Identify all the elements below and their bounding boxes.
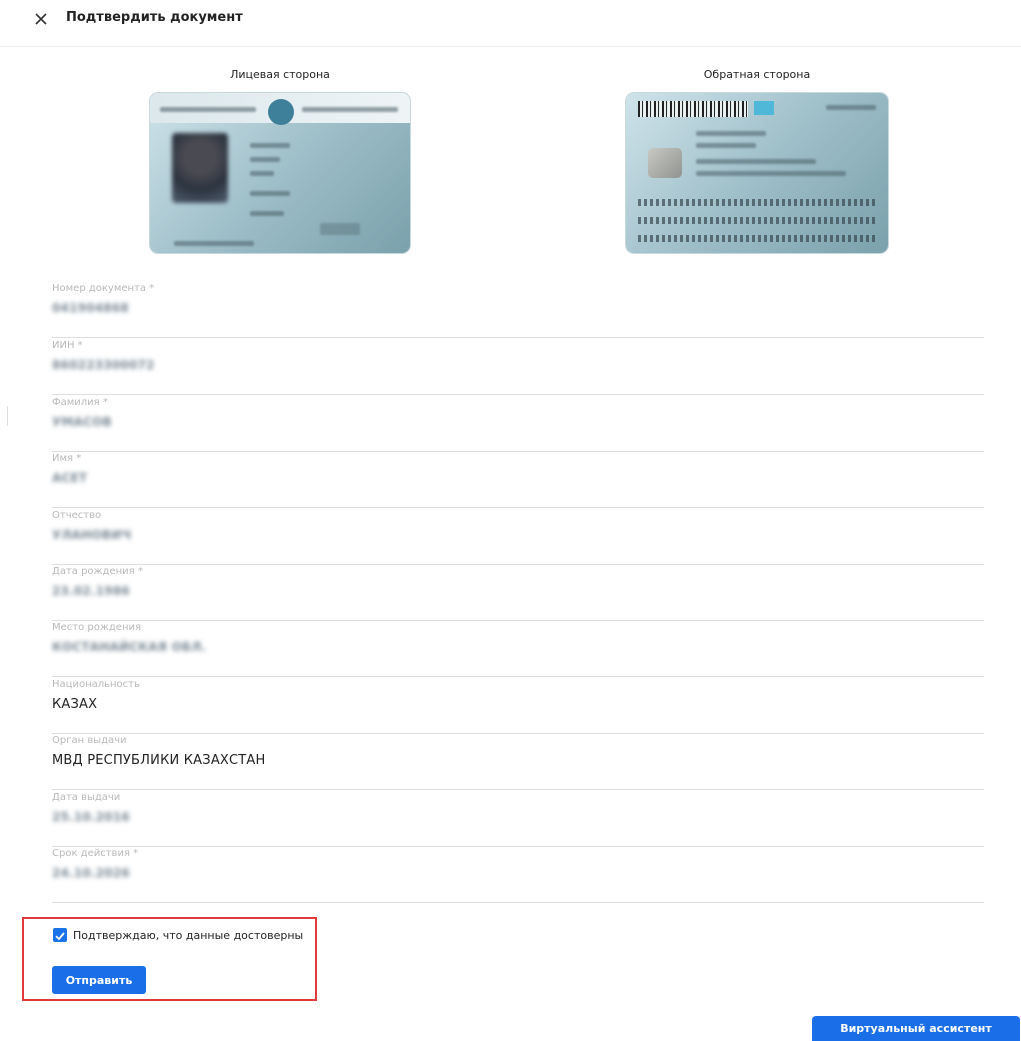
confirm-label[interactable]: Подтверждаю, что данные достоверны: [73, 929, 303, 942]
signature-image: [320, 223, 360, 235]
field-label: Дата рождения *: [52, 566, 143, 577]
divider: [7, 406, 8, 426]
close-button[interactable]: [30, 8, 52, 30]
card-text: [302, 107, 398, 112]
field-first-name[interactable]: Имя * АСЕТ: [52, 453, 984, 508]
checkmark-icon: [55, 932, 65, 941]
photo-portrait: [172, 133, 228, 203]
card-text: [250, 143, 290, 148]
field-issuing-authority[interactable]: Орган выдачи МВД РЕСПУБЛИКИ КАЗАХСТАН: [52, 735, 984, 790]
field-label: Фамилия *: [52, 397, 108, 408]
submit-button[interactable]: Отправить: [52, 966, 146, 994]
field-label: Срок действия *: [52, 848, 139, 859]
front-side-label: Лицевая сторона: [230, 68, 330, 81]
field-value[interactable]: КАЗАХ: [52, 697, 97, 712]
card-text: [696, 171, 846, 176]
field-value[interactable]: КОСТАНАЙСКАЯ ОБЛ.: [52, 640, 206, 654]
field-label: Имя *: [52, 453, 82, 464]
card-text: [250, 191, 290, 196]
field-label: Место рождения: [52, 622, 141, 633]
field-value[interactable]: 24.10.2026: [52, 866, 130, 880]
field-value[interactable]: 25.10.2016: [52, 810, 130, 824]
field-value[interactable]: МВД РЕСПУБЛИКИ КАЗАХСТАН: [52, 753, 266, 768]
mrz-line: [638, 199, 876, 206]
field-value[interactable]: АСЕТ: [52, 471, 87, 485]
header: Подтвердить документ: [0, 0, 1021, 47]
field-label: Отчество: [52, 510, 102, 521]
close-icon: [35, 13, 47, 25]
card-text: [250, 157, 280, 162]
card-text: [160, 107, 256, 112]
card-text: [250, 211, 284, 216]
card-text: [696, 159, 816, 164]
field-patronymic[interactable]: Отчество УЛАНОВИЧ: [52, 510, 984, 565]
document-back-image: [626, 93, 888, 253]
emblem-icon: [268, 99, 294, 125]
field-iin[interactable]: ИИН * 860223300072: [52, 340, 984, 395]
card-text: [174, 241, 254, 246]
card-text: [696, 131, 766, 136]
virtual-assistant-button[interactable]: Виртуальный ассистент: [812, 1016, 1020, 1041]
field-label: Номер документа *: [52, 283, 155, 294]
document-front-image: [150, 93, 410, 253]
field-value[interactable]: 23.02.1986: [52, 584, 130, 598]
field-label: ИИН *: [52, 340, 83, 351]
mrz-line: [638, 235, 876, 242]
confirm-checkbox[interactable]: [53, 928, 67, 942]
field-value[interactable]: УМАСОВ: [52, 415, 112, 429]
field-label: Орган выдачи: [52, 735, 127, 746]
barcode-image: [638, 101, 748, 117]
field-expiry-date[interactable]: Срок действия * 24.10.2026: [52, 848, 984, 903]
field-last-name[interactable]: Фамилия * УМАСОВ: [52, 397, 984, 452]
card-text: [696, 143, 756, 148]
field-value[interactable]: 860223300072: [52, 358, 155, 372]
field-birth-date[interactable]: Дата рождения * 23.02.1986: [52, 566, 984, 621]
back-side-label: Обратная сторона: [703, 68, 811, 81]
card-text: [250, 171, 274, 176]
field-nationality[interactable]: Национальность КАЗАХ: [52, 679, 984, 734]
flag-icon: [754, 101, 774, 115]
field-value[interactable]: УЛАНОВИЧ: [52, 528, 131, 542]
field-value[interactable]: 041904868: [52, 301, 129, 315]
field-document-number[interactable]: Номер документа * 041904868: [52, 283, 984, 338]
field-label: Дата выдачи: [52, 792, 121, 803]
field-birth-place[interactable]: Место рождения КОСТАНАЙСКАЯ ОБЛ.: [52, 622, 984, 677]
chip-image: [648, 148, 682, 178]
page-title: Подтвердить документ: [66, 10, 243, 25]
mrz-line: [638, 217, 876, 224]
card-text: [826, 105, 876, 110]
field-label: Национальность: [52, 679, 140, 690]
field-issue-date[interactable]: Дата выдачи 25.10.2016: [52, 792, 984, 847]
